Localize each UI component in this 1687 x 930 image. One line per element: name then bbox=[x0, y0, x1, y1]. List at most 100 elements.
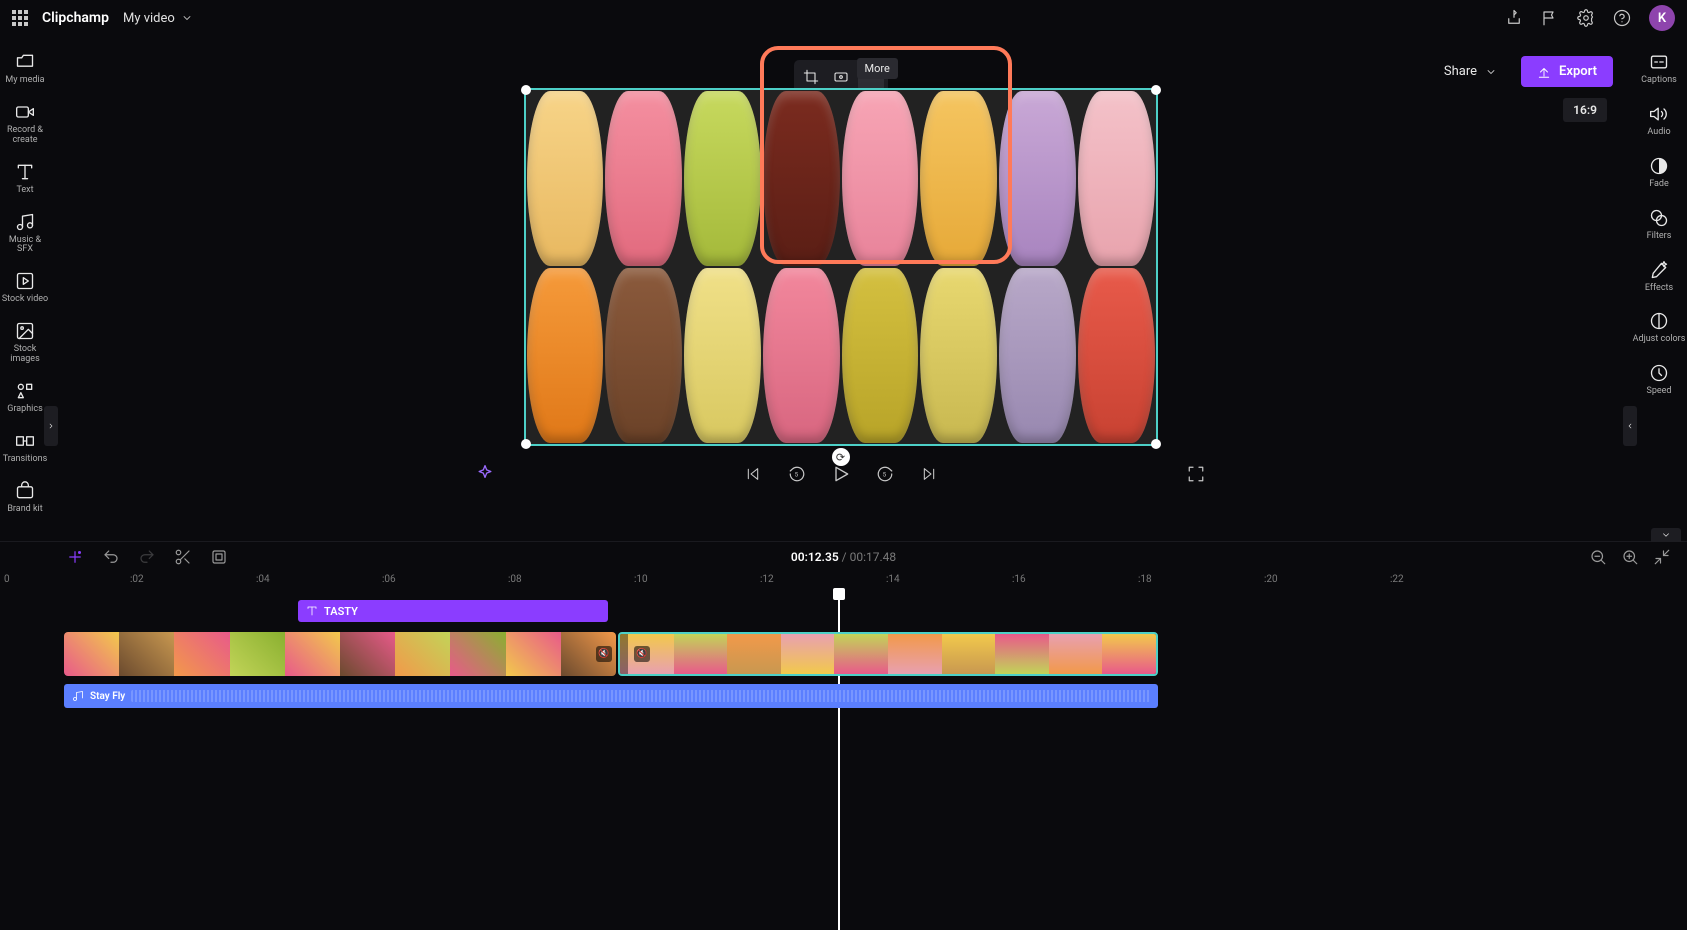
rail-graphics[interactable]: Graphics bbox=[0, 377, 50, 419]
rail-fade[interactable]: Fade bbox=[1631, 152, 1687, 194]
rail-label: Captions bbox=[1641, 76, 1677, 86]
rail-my-media[interactable]: My media bbox=[0, 48, 50, 90]
project-title-dropdown[interactable]: My video bbox=[123, 11, 193, 26]
ai-sparkle-button[interactable] bbox=[475, 464, 495, 484]
right-rail: Captions Audio Fade Filters Effects Adju… bbox=[1631, 36, 1687, 541]
rail-captions[interactable]: Captions bbox=[1631, 48, 1687, 90]
undo-button[interactable] bbox=[102, 548, 120, 566]
zoom-in-button[interactable] bbox=[1621, 548, 1639, 566]
user-avatar[interactable]: K bbox=[1649, 5, 1675, 31]
upgrade-icon[interactable] bbox=[1505, 9, 1523, 27]
time-ruler[interactable]: 0:02:04:06:08:10:12:14:16:18:20:22 bbox=[0, 568, 1687, 590]
apps-grid-icon[interactable] bbox=[12, 10, 28, 26]
timeline: 00:12.35 / 00:17.48 0:02:04:06:08:10:12:… bbox=[0, 541, 1687, 821]
skip-back-button[interactable] bbox=[743, 464, 763, 484]
clip-left-handle[interactable] bbox=[620, 634, 628, 674]
preview-canvas[interactable]: ⟳ bbox=[524, 88, 1158, 446]
tracks: TASTY 🔇 🔇 Stay Fly bbox=[0, 590, 1687, 718]
split-button[interactable] bbox=[174, 548, 192, 566]
waveform bbox=[131, 690, 1150, 702]
zoom-fit-button[interactable] bbox=[1653, 548, 1671, 566]
add-media-button[interactable] bbox=[66, 548, 84, 566]
rail-label: Music & SFX bbox=[0, 236, 50, 256]
audio-track[interactable]: Stay Fly bbox=[64, 684, 1677, 708]
current-time: 00:12.35 bbox=[791, 550, 839, 564]
rail-filters[interactable]: Filters bbox=[1631, 204, 1687, 246]
rail-label: Brand kit bbox=[7, 505, 42, 515]
rail-audio[interactable]: Audio bbox=[1631, 100, 1687, 142]
text-track[interactable]: TASTY bbox=[64, 600, 1677, 624]
header-left: Clipchamp My video bbox=[12, 10, 193, 26]
right-rail-expand-button[interactable] bbox=[1623, 406, 1637, 446]
rail-label: Speed bbox=[1646, 387, 1671, 397]
rail-label: Adjust colors bbox=[1633, 335, 1686, 345]
rail-label: Fade bbox=[1649, 180, 1669, 190]
play-button[interactable] bbox=[831, 464, 851, 484]
music-icon bbox=[72, 690, 84, 702]
ruler-tick: :20 bbox=[1264, 574, 1278, 585]
rail-record-create[interactable]: Record & create bbox=[0, 98, 50, 150]
zoom-out-button[interactable] bbox=[1589, 548, 1607, 566]
skip-forward-button[interactable] bbox=[919, 464, 939, 484]
fullscreen-button[interactable] bbox=[1186, 464, 1206, 484]
video-clip-2-selected[interactable]: 🔇 bbox=[618, 632, 1158, 676]
rail-brand-kit[interactable]: Brand kit bbox=[0, 477, 50, 519]
svg-text:5: 5 bbox=[794, 471, 798, 478]
ruler-tick: :10 bbox=[634, 574, 648, 585]
ruler-tick: :14 bbox=[886, 574, 900, 585]
zoom-controls bbox=[1589, 548, 1671, 566]
clip-thumbs bbox=[620, 634, 1156, 674]
brand-title: Clipchamp bbox=[42, 10, 109, 26]
chevron-down-icon bbox=[181, 12, 193, 24]
fit-button[interactable] bbox=[828, 64, 854, 90]
text-clip-label: TASTY bbox=[324, 605, 358, 618]
tooltip-more: More bbox=[857, 58, 898, 79]
resize-handle-tl[interactable] bbox=[521, 85, 531, 95]
ruler-tick: :22 bbox=[1390, 574, 1404, 585]
clip-thumbs bbox=[64, 632, 616, 676]
video-track[interactable]: 🔇 🔇 bbox=[64, 632, 1677, 676]
video-clip-1[interactable]: 🔇 bbox=[64, 632, 616, 676]
crop-timeline-button[interactable] bbox=[210, 548, 228, 566]
rail-adjust-colors[interactable]: Adjust colors bbox=[1631, 307, 1687, 349]
timeline-collapse-button[interactable] bbox=[1651, 528, 1681, 542]
rail-text[interactable]: Text bbox=[0, 158, 50, 200]
rail-label: Transitions bbox=[3, 455, 48, 465]
preview-image-placeholder bbox=[526, 90, 1156, 444]
mute-icon[interactable]: 🔇 bbox=[596, 646, 612, 662]
ruler-tick: :02 bbox=[130, 574, 144, 585]
header-right: K bbox=[1505, 5, 1675, 31]
preview-wrap: More Rotate by 90° Flip› Picture in pict… bbox=[50, 36, 1631, 446]
ruler-tick: :18 bbox=[1138, 574, 1152, 585]
project-title-label: My video bbox=[123, 11, 175, 26]
flag-icon[interactable] bbox=[1541, 9, 1559, 27]
ruler-tick: :06 bbox=[382, 574, 396, 585]
app-header: Clipchamp My video K bbox=[0, 0, 1687, 36]
mute-icon[interactable]: 🔇 bbox=[634, 646, 650, 662]
stage: Share Export 16:9 More Rotate by 90° Fli… bbox=[50, 36, 1631, 541]
crop-button[interactable] bbox=[798, 64, 824, 90]
rewind-5-button[interactable]: 5 bbox=[787, 464, 807, 484]
resize-handle-tr[interactable] bbox=[1151, 85, 1161, 95]
text-clip[interactable]: TASTY bbox=[298, 600, 608, 622]
redo-button[interactable] bbox=[138, 548, 156, 566]
timeline-toolbar: 00:12.35 / 00:17.48 bbox=[0, 542, 1687, 568]
audio-clip-label: Stay Fly bbox=[90, 691, 125, 702]
rail-music-sfx[interactable]: Music & SFX bbox=[0, 208, 50, 260]
audio-clip[interactable]: Stay Fly bbox=[64, 684, 1158, 708]
total-time: 00:17.48 bbox=[850, 550, 897, 564]
rail-label: Text bbox=[16, 186, 33, 196]
settings-gear-icon[interactable] bbox=[1577, 9, 1595, 27]
ruler-tick: :08 bbox=[508, 574, 522, 585]
rail-transitions[interactable]: Transitions bbox=[0, 427, 50, 469]
ruler-tick: 0 bbox=[4, 574, 10, 585]
help-icon[interactable] bbox=[1613, 9, 1631, 27]
rail-speed[interactable]: Speed bbox=[1631, 359, 1687, 401]
rail-stock-images[interactable]: Stock images bbox=[0, 317, 50, 369]
forward-5-button[interactable]: 5 bbox=[875, 464, 895, 484]
rail-stock-video[interactable]: Stock video bbox=[0, 267, 50, 309]
rail-label: Audio bbox=[1647, 128, 1670, 138]
time-display: 00:12.35 / 00:17.48 bbox=[791, 550, 896, 564]
rail-label: Graphics bbox=[7, 405, 42, 415]
rail-effects[interactable]: Effects bbox=[1631, 256, 1687, 298]
